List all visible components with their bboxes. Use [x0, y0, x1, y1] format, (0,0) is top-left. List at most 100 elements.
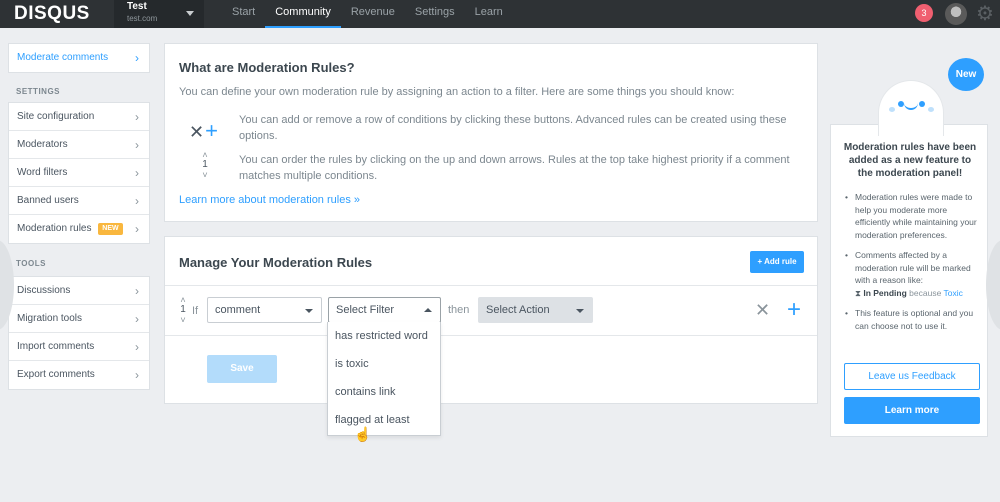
chevron-right-icon: ›	[135, 110, 139, 124]
if-label: If	[192, 305, 199, 317]
sidebar-item-banned-users[interactable]: Banned users ›	[9, 187, 149, 215]
site-switcher[interactable]: Test test.com	[114, 0, 204, 28]
sidebar-item-label: Export comments	[17, 369, 95, 380]
info-title: What are Moderation Rules?	[179, 60, 355, 75]
filter-select-value: Select Filter	[336, 304, 395, 316]
gear-icon[interactable]: ⚙	[976, 3, 998, 25]
learn-more-button[interactable]: Learn more	[844, 397, 980, 424]
chevron-right-icon: ›	[135, 138, 139, 152]
list-item: Comments affected by a moderation rule w…	[845, 249, 983, 299]
rule-order-control: ˄ 1 ˅	[177, 295, 189, 325]
nav-start[interactable]: Start	[222, 0, 265, 28]
sidebar-item-export-comments[interactable]: Export comments ›	[9, 361, 149, 389]
sidebar-item-label: Migration tools	[17, 313, 83, 324]
site-name: Test	[127, 1, 147, 12]
scroll-right-handle[interactable]	[986, 240, 1000, 330]
learn-more-rules-link[interactable]: Learn more about moderation rules »	[179, 194, 360, 206]
remove-condition-icon[interactable]: ✕	[755, 300, 770, 321]
filter-select[interactable]: Select Filter	[328, 297, 441, 323]
divider	[165, 285, 817, 286]
chevron-right-icon: ›	[135, 222, 139, 236]
mascot-smile	[904, 103, 918, 110]
chevron-right-icon: ›	[135, 51, 139, 65]
main-nav: Start Community Revenue Settings Learn	[222, 0, 513, 28]
sidebar-item-word-filters[interactable]: Word filters ›	[9, 159, 149, 187]
caret-up-icon	[424, 308, 432, 312]
toxic-label: Toxic	[943, 287, 963, 298]
action-select[interactable]: Select Action	[478, 297, 593, 323]
new-badge: NEW	[98, 223, 123, 235]
manage-rules-card: Manage Your Moderation Rules + Add rule …	[164, 236, 818, 404]
sidebar-item-site-configuration[interactable]: Site configuration ›	[9, 103, 149, 131]
sidebar-item-label: Moderation rules	[17, 223, 92, 234]
sidebar-item-migration-tools[interactable]: Migration tools ›	[9, 305, 149, 333]
notification-badge[interactable]: 3	[915, 4, 933, 22]
mascot-cheek	[889, 107, 895, 112]
rule-number: 1	[180, 304, 186, 315]
dropdown-option-restricted-word[interactable]: has restricted word	[328, 322, 440, 350]
mascot-image	[878, 80, 944, 136]
sidebar-item-moderation-rules[interactable]: Moderation rules NEW ›	[9, 215, 149, 243]
chevron-right-icon: ›	[135, 368, 139, 382]
close-icon: ✕	[189, 122, 205, 142]
moderation-rules-info: What are Moderation Rules? You can defin…	[164, 43, 818, 222]
chevron-down-icon[interactable]: ˅	[177, 315, 189, 325]
then-label: then	[448, 304, 470, 316]
tools-heading: TOOLS	[16, 259, 46, 268]
sidebar-item-label: Site configuration	[17, 111, 95, 122]
chevron-down-icon	[186, 11, 194, 16]
promo-title: Moderation rules have been added as a ne…	[843, 142, 977, 179]
pending-label: In Pending	[863, 287, 907, 298]
chevron-right-icon: ›	[135, 194, 139, 208]
divider	[165, 335, 817, 336]
sidebar-tools: Discussions › Migration tools › Import c…	[8, 276, 150, 390]
chevron-down-icon: ˅	[202, 170, 208, 180]
caret-down-icon	[576, 309, 584, 313]
sidebar-item-label: Banned users	[17, 195, 79, 206]
promo-list: Moderation rules were made to help you m…	[845, 191, 983, 340]
sidebar-item-moderators[interactable]: Moderators ›	[9, 131, 149, 159]
sidebar-item-moderate-comments[interactable]: Moderate comments ›	[9, 44, 149, 72]
sidebar-item-label: Word filters	[17, 167, 68, 178]
mascot-cheek	[928, 107, 934, 112]
chevron-right-icon: ›	[135, 166, 139, 180]
add-rule-button[interactable]: + Add rule	[750, 251, 804, 273]
dropdown-option-contains-link[interactable]: contains link	[328, 378, 440, 406]
save-button[interactable]: Save	[207, 355, 277, 383]
caret-down-icon	[305, 309, 313, 313]
info-point-order: You can order the rules by clicking on t…	[239, 154, 790, 182]
subject-select-value: comment	[215, 304, 261, 316]
disqus-logo[interactable]: DISQUS	[14, 3, 90, 25]
sidebar-item-label: Moderate comments	[17, 52, 109, 63]
manage-title: Manage Your Moderation Rules	[179, 255, 373, 270]
pointer-cursor-icon: ☝	[354, 426, 372, 442]
sidebar-item-label: Discussions	[17, 285, 71, 296]
plus-icon: +	[205, 118, 218, 143]
filter-dropdown: has restricted word is toxic contains li…	[327, 322, 441, 436]
nav-community[interactable]: Community	[265, 0, 341, 28]
info-intro: You can define your own moderation rule …	[179, 86, 735, 98]
nav-revenue[interactable]: Revenue	[341, 0, 405, 28]
sidebar-item-import-comments[interactable]: Import comments ›	[9, 333, 149, 361]
dropdown-option-toxic[interactable]: is toxic	[328, 350, 440, 378]
order-number: 1	[202, 159, 208, 170]
new-feature-badge: New	[948, 58, 984, 91]
nav-settings[interactable]: Settings	[405, 0, 465, 28]
subject-select[interactable]: comment	[207, 297, 322, 323]
avatar[interactable]	[945, 3, 967, 25]
chevron-right-icon: ›	[135, 284, 139, 298]
mascot-eye	[919, 101, 925, 107]
sidebar-item-discussions[interactable]: Discussions ›	[9, 277, 149, 305]
leave-feedback-button[interactable]: Leave us Feedback	[844, 363, 980, 390]
settings-heading: SETTINGS	[16, 87, 61, 96]
nav-learn[interactable]: Learn	[465, 0, 513, 28]
dropdown-option-flagged-at-least[interactable]: flagged at least	[328, 406, 440, 434]
site-url: test.com	[127, 14, 158, 23]
because-label: because	[909, 287, 942, 298]
add-condition-icon[interactable]: +	[787, 296, 801, 324]
order-example: ˄ 1 ˅	[199, 150, 211, 180]
hourglass-icon: ⧗	[855, 287, 861, 298]
sidebar-top: Moderate comments ›	[8, 43, 150, 73]
chevron-right-icon: ›	[135, 312, 139, 326]
info-point-add-remove: You can add or remove a row of condition…	[239, 114, 787, 142]
